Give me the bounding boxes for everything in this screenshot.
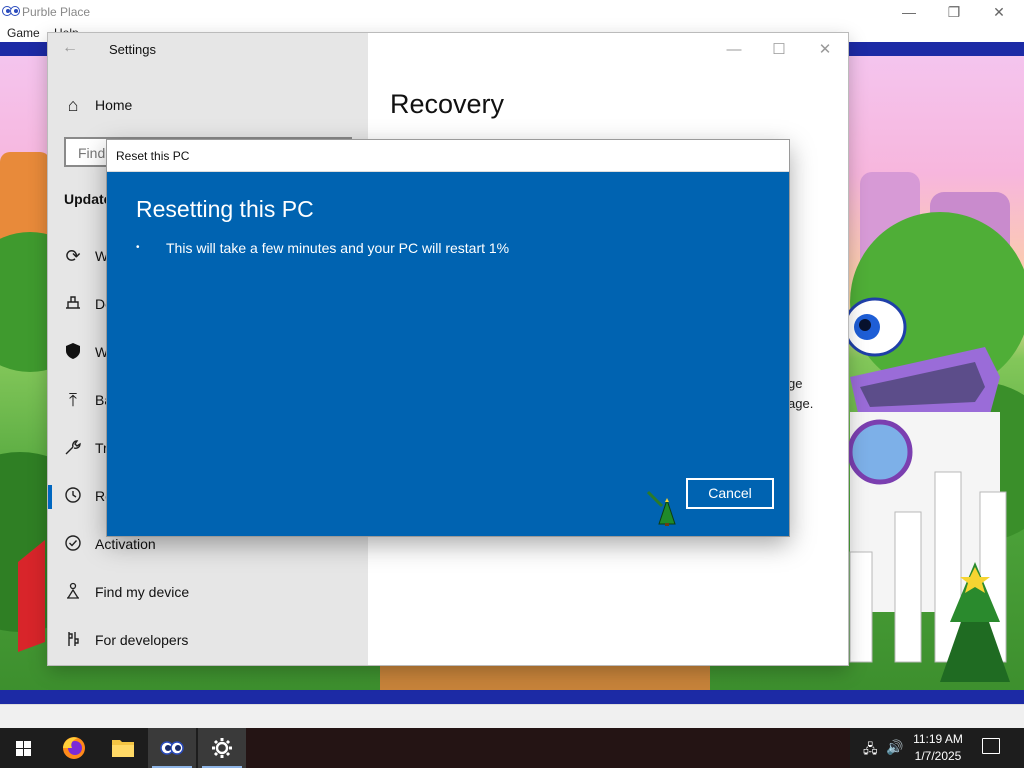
dialog-titlebar: Reset this PC (107, 140, 789, 172)
sidebar-item-label: Activation (95, 536, 156, 552)
purble-close-button[interactable]: ✕ (976, 2, 1022, 22)
purble-statusbar (0, 704, 1024, 729)
sidebar-item-find-my-device[interactable]: Find my device (48, 571, 368, 615)
dialog-heading: Resetting this PC (136, 196, 314, 222)
section-heading: Update (64, 191, 112, 207)
network-icon[interactable]: 🖧 (863, 740, 878, 762)
file-explorer-icon (112, 740, 134, 757)
partial-text: ge (788, 376, 803, 391)
settings-maximize-button[interactable]: ☐ (756, 40, 802, 60)
clock-time[interactable]: 11:19 AM (908, 732, 968, 746)
person-icon (63, 582, 83, 602)
purble-place-icon (160, 741, 184, 755)
windows-start-icon (16, 741, 31, 756)
purble-minimize-button[interactable]: — (886, 2, 932, 22)
purble-place-title: Purble Place (22, 5, 91, 19)
check-circle-icon (63, 534, 83, 554)
menu-game[interactable]: Game (7, 26, 40, 40)
settings-close-button[interactable]: ✕ (802, 40, 848, 60)
sidebar-item-home[interactable]: ⌂ Home (48, 84, 368, 128)
bullet: • (136, 242, 140, 253)
settings-minimize-button[interactable]: — (711, 40, 757, 60)
page-title: Recovery (390, 89, 505, 119)
clock-date[interactable]: 1/7/2025 (908, 749, 968, 763)
back-arrow-icon[interactable]: ← (62, 39, 78, 57)
home-icon: ⌂ (67, 95, 79, 115)
progress-message: This will take a few minutes and your PC… (166, 240, 510, 256)
delivery-icon (63, 294, 83, 314)
purble-eyes-icon (2, 6, 20, 16)
purble-place-titlebar: Purble Place — ❐ ✕ (0, 0, 1024, 24)
history-icon (63, 486, 83, 506)
cancel-button[interactable]: Cancel (686, 478, 774, 509)
taskbar-purble-place[interactable] (148, 728, 196, 768)
taskbar-firefox[interactable] (50, 728, 98, 768)
notification-icon[interactable] (982, 738, 1000, 754)
settings-gear-icon (212, 738, 232, 758)
start-button[interactable] (0, 728, 48, 768)
firefox-icon (63, 737, 85, 759)
sidebar-item-label: Tr (95, 440, 108, 456)
taskbar-empty-area (246, 728, 850, 768)
selected-indicator (48, 485, 52, 509)
sidebar-item-label: For developers (95, 632, 189, 648)
purble-restore-button[interactable]: ❐ (931, 2, 977, 22)
dialog-title: Reset this PC (116, 149, 190, 163)
taskbar: 🖧 🔊 11:19 AM 1/7/2025 (0, 728, 1024, 768)
taskbar-settings[interactable] (198, 728, 246, 768)
sync-icon: ⟳ (65, 246, 81, 266)
reset-pc-dialog: Reset this PC Resetting this PC • This w… (107, 140, 789, 536)
wrench-icon (63, 438, 83, 458)
developer-icon (63, 630, 83, 650)
sidebar-item-label: Find my device (95, 584, 190, 600)
taskbar-file-explorer[interactable] (99, 728, 147, 768)
christmas-tree-cursor-icon (647, 490, 676, 526)
sidebar-item-label: Home (95, 97, 133, 113)
sidebar-item-for-developers[interactable]: For developers (48, 619, 368, 663)
partial-text: age. (788, 396, 814, 411)
settings-title: Settings (109, 42, 156, 57)
purble-bottom-border (0, 690, 1024, 704)
search-placeholder: Find (78, 145, 106, 161)
backup-icon: ⤒ (69, 390, 77, 410)
shield-icon (63, 342, 83, 362)
volume-icon[interactable]: 🔊 (886, 739, 903, 756)
